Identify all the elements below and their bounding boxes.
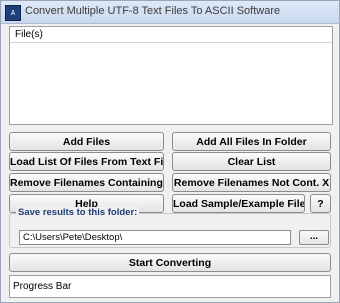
add-files-button[interactable]: Add Files — [9, 132, 164, 151]
load-sample-button[interactable]: Load Sample/Example Files — [172, 194, 305, 213]
clear-list-button[interactable]: Clear List — [172, 152, 331, 171]
remove-not-containing-button[interactable]: Remove Filenames Not Cont. X — [172, 173, 331, 192]
add-all-files-in-folder-button[interactable]: Add All Files In Folder — [172, 132, 331, 151]
app-window: A Convert Multiple UTF-8 Text Files To A… — [0, 0, 340, 303]
progress-bar: Progress Bar — [9, 275, 331, 298]
app-icon: A — [5, 5, 21, 21]
save-folder-input[interactable]: C:\Users\Pete\Desktop\ — [19, 230, 291, 245]
question-button[interactable]: ? — [310, 194, 331, 213]
load-list-button[interactable]: Load List Of Files From Text File — [9, 152, 164, 171]
remove-containing-button[interactable]: Remove Filenames Containing X — [9, 173, 164, 192]
file-list[interactable]: File(s) — [9, 26, 333, 125]
file-list-header[interactable]: File(s) — [10, 27, 332, 43]
browse-button[interactable]: ... — [299, 230, 329, 245]
save-folder-group: Save results to this folder: C:\Users\Pe… — [9, 207, 331, 248]
title-bar: A Convert Multiple UTF-8 Text Files To A… — [1, 1, 339, 24]
save-folder-label: Save results to this folder: — [16, 207, 140, 218]
window-title: Convert Multiple UTF-8 Text Files To ASC… — [25, 5, 281, 17]
start-converting-button[interactable]: Start Converting — [9, 253, 331, 272]
